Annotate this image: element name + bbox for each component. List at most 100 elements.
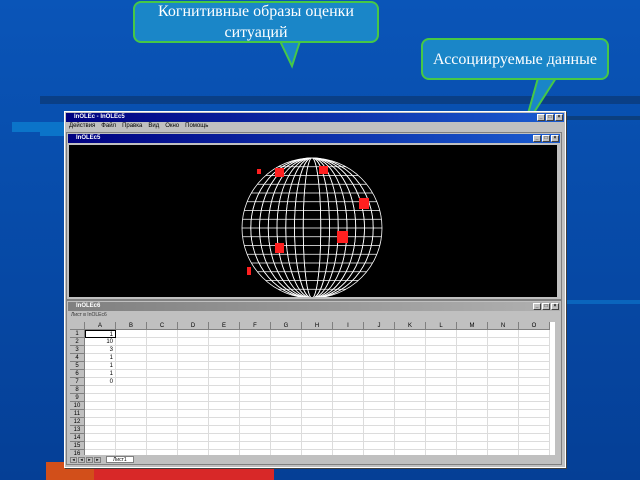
column-header[interactable]: I	[333, 322, 364, 330]
table-cell[interactable]	[116, 426, 147, 434]
table-cell[interactable]	[395, 418, 426, 426]
table-cell[interactable]	[147, 402, 178, 410]
table-cell[interactable]	[488, 442, 519, 450]
row-header[interactable]: 15	[70, 442, 85, 450]
table-cell[interactable]	[240, 418, 271, 426]
table-cell[interactable]	[147, 370, 178, 378]
table-cell[interactable]	[302, 434, 333, 442]
table-cell[interactable]	[147, 418, 178, 426]
table-cell[interactable]	[426, 346, 457, 354]
grid-corner[interactable]	[70, 322, 85, 330]
menu-item[interactable]: Помощь	[185, 122, 208, 131]
column-header[interactable]: G	[271, 322, 302, 330]
maximize-button[interactable]: □	[542, 303, 550, 310]
table-cell[interactable]	[302, 442, 333, 450]
table-cell[interactable]	[364, 330, 395, 338]
table-cell[interactable]	[302, 450, 333, 455]
table-cell[interactable]	[302, 378, 333, 386]
table-cell[interactable]	[116, 346, 147, 354]
table-cell[interactable]	[178, 450, 209, 455]
table-cell[interactable]	[240, 394, 271, 402]
table-cell[interactable]	[116, 410, 147, 418]
table-cell[interactable]	[488, 450, 519, 455]
table-cell[interactable]	[457, 330, 488, 338]
table-cell[interactable]	[426, 402, 457, 410]
table-cell[interactable]	[519, 378, 550, 386]
table-cell[interactable]	[426, 362, 457, 370]
table-cell[interactable]	[519, 442, 550, 450]
table-cell[interactable]	[147, 434, 178, 442]
table-cell[interactable]	[271, 370, 302, 378]
table-cell[interactable]	[457, 354, 488, 362]
table-cell[interactable]	[116, 386, 147, 394]
table-cell[interactable]	[364, 426, 395, 434]
row-header[interactable]: 11	[70, 410, 85, 418]
row-header[interactable]: 4	[70, 354, 85, 362]
table-cell[interactable]	[302, 370, 333, 378]
row-header[interactable]: 7	[70, 378, 85, 386]
table-cell[interactable]	[178, 330, 209, 338]
table-cell[interactable]	[457, 434, 488, 442]
table-cell[interactable]	[85, 434, 116, 442]
table-cell[interactable]	[209, 378, 240, 386]
table-cell[interactable]	[395, 338, 426, 346]
table-cell[interactable]	[240, 426, 271, 434]
table-cell[interactable]	[240, 354, 271, 362]
table-cell[interactable]	[85, 426, 116, 434]
table-cell[interactable]	[333, 418, 364, 426]
table-cell[interactable]	[519, 418, 550, 426]
table-cell[interactable]	[488, 386, 519, 394]
column-header[interactable]: B	[116, 322, 147, 330]
table-cell[interactable]	[209, 418, 240, 426]
table-cell[interactable]	[364, 418, 395, 426]
table-cell[interactable]	[519, 434, 550, 442]
table-cell[interactable]	[488, 362, 519, 370]
column-header[interactable]: D	[178, 322, 209, 330]
table-cell[interactable]	[457, 378, 488, 386]
table-cell[interactable]	[240, 330, 271, 338]
table-cell[interactable]	[147, 410, 178, 418]
table-cell[interactable]	[426, 330, 457, 338]
table-cell[interactable]	[364, 378, 395, 386]
table-cell[interactable]	[302, 338, 333, 346]
row-header[interactable]: 8	[70, 386, 85, 394]
table-cell[interactable]	[271, 354, 302, 362]
table-cell[interactable]	[333, 426, 364, 434]
table-cell[interactable]	[364, 402, 395, 410]
table-cell[interactable]	[426, 418, 457, 426]
table-cell[interactable]	[240, 362, 271, 370]
table-cell[interactable]	[426, 370, 457, 378]
table-cell[interactable]: 1	[85, 362, 116, 370]
table-cell[interactable]	[426, 426, 457, 434]
table-cell[interactable]	[178, 402, 209, 410]
table-cell[interactable]	[209, 346, 240, 354]
table-cell[interactable]	[488, 410, 519, 418]
table-cell[interactable]	[488, 426, 519, 434]
table-cell[interactable]	[178, 370, 209, 378]
row-header[interactable]: 16	[70, 450, 85, 455]
table-cell[interactable]	[395, 442, 426, 450]
table-cell[interactable]	[178, 434, 209, 442]
column-header[interactable]: O	[519, 322, 550, 330]
table-cell[interactable]	[426, 434, 457, 442]
table-cell[interactable]	[426, 442, 457, 450]
table-cell[interactable]	[85, 386, 116, 394]
sphere-marker[interactable]	[359, 198, 369, 209]
table-cell[interactable]	[333, 434, 364, 442]
table-cell[interactable]	[116, 394, 147, 402]
column-header[interactable]: L	[426, 322, 457, 330]
table-cell[interactable]	[240, 338, 271, 346]
table-cell[interactable]	[519, 402, 550, 410]
table-cell[interactable]	[426, 410, 457, 418]
table-cell[interactable]	[116, 354, 147, 362]
spreadsheet-grid[interactable]: A B C D E F G H I J K L M N O 1 1 2 10 3 3 4 1 5 1 6 1 7 0 8 9 10 11 12 13…	[70, 322, 555, 455]
table-cell[interactable]	[488, 378, 519, 386]
table-cell[interactable]: 1	[85, 354, 116, 362]
table-cell[interactable]	[426, 378, 457, 386]
last-sheet-button[interactable]: ►	[94, 456, 101, 463]
table-cell[interactable]	[333, 386, 364, 394]
row-header[interactable]: 14	[70, 434, 85, 442]
table-cell[interactable]	[333, 402, 364, 410]
minimize-button[interactable]: _	[533, 303, 541, 310]
table-cell[interactable]	[85, 450, 116, 455]
